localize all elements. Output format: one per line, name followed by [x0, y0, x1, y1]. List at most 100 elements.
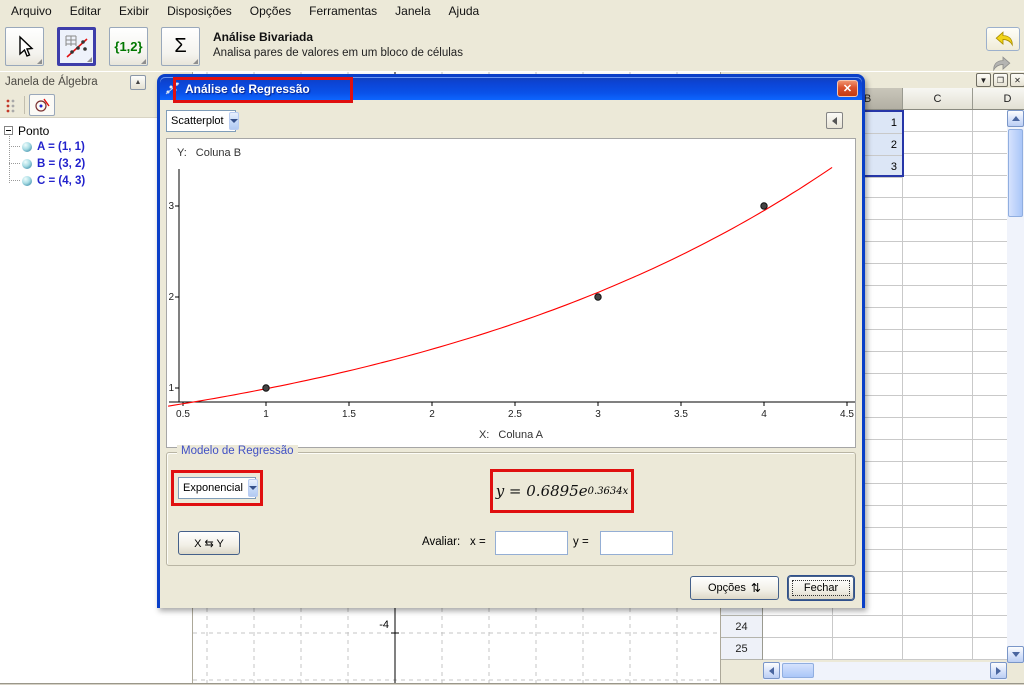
- dropdown-corner-icon: [141, 59, 146, 64]
- chevron-left-icon: [832, 117, 837, 125]
- sum-tool-button[interactable]: Σ: [161, 27, 200, 66]
- dropdown-corner-icon: [87, 57, 92, 62]
- one-variable-tool-button[interactable]: {1,2}: [109, 27, 148, 66]
- y-tick-label: 3: [168, 201, 174, 212]
- collapse-panel-button[interactable]: ▲: [130, 75, 146, 90]
- tree-item-point[interactable]: A = (1, 1): [9, 138, 85, 155]
- tree-item-point[interactable]: B = (3, 2): [9, 155, 85, 172]
- dropdown-corner-icon: [37, 59, 42, 64]
- plot-type-select[interactable]: Scatterplot: [166, 110, 236, 132]
- sort-by-type-button[interactable]: [29, 94, 55, 116]
- cursor-icon: [13, 35, 37, 59]
- point-label: C = (4, 3): [37, 175, 85, 187]
- row-header-25[interactable]: 25: [721, 638, 762, 660]
- horizontal-scrollbar[interactable]: [763, 662, 1007, 680]
- collapse-node-icon[interactable]: [4, 126, 13, 135]
- x-tick-label: 1: [263, 409, 269, 420]
- panel-menu-button[interactable]: ▼: [976, 73, 991, 87]
- x-tick-label: 4: [761, 409, 767, 420]
- menu-item-opcoes[interactable]: Opções: [241, 1, 300, 21]
- gfx-tick-label: -4: [379, 619, 389, 631]
- dialog-close-button[interactable]: ✕: [837, 80, 858, 97]
- chevron-down-icon: [248, 479, 258, 497]
- x-equals-label: x =: [470, 536, 486, 548]
- close-dialog-button[interactable]: Fechar: [788, 576, 854, 600]
- active-tool-title: Análise Bivariada: [213, 30, 313, 44]
- y-tick-label: 1: [168, 383, 174, 394]
- menu-bar: ArquivoEditarExibirDisposiçõesOpçõesFerr…: [0, 0, 1024, 22]
- menu-item-exibir[interactable]: Exibir: [110, 1, 158, 21]
- chevron-down-icon: [229, 112, 239, 130]
- y-tick-label: 2: [168, 292, 174, 303]
- dialog-content: Scatterplot Y:Coluna B 1 2 3 0.5 1 1.5 2 2.5 3 3.…: [160, 100, 862, 608]
- regression-formula: y = 0.6895 e0.3634x: [490, 469, 634, 513]
- swap-xy-button[interactable]: X ⇆ Y: [178, 531, 240, 555]
- x-tick-label: 0.5: [176, 409, 190, 420]
- vertical-scroll-thumb[interactable]: [1008, 129, 1023, 217]
- regression-analysis-dialog: Análise de Regressão ✕ Scatterplot Y:Col…: [157, 74, 865, 608]
- bivariate-analysis-icon: [64, 34, 90, 60]
- point-sphere-icon: [22, 142, 32, 152]
- x-tick-label: 2: [429, 409, 435, 420]
- regression-model-select[interactable]: Exponencial: [178, 477, 256, 499]
- horizontal-scroll-thumb[interactable]: [782, 663, 814, 678]
- vertical-scrollbar[interactable]: [1007, 110, 1024, 663]
- regression-model-group: Modelo de Regressão Exponencial y = 0.68…: [166, 452, 856, 566]
- bivariate-analysis-tool-button[interactable]: [57, 27, 96, 66]
- avaliar-label: Avaliar:: [422, 536, 460, 548]
- restore-panel-button[interactable]: ❐: [993, 73, 1008, 87]
- x-axis-label: X:Coluna A: [167, 429, 855, 441]
- tree-children: A = (1, 1) B = (3, 2) C = (4, 3): [9, 138, 85, 189]
- close-panel-button[interactable]: ✕: [1010, 73, 1024, 87]
- scroll-right-button[interactable]: [990, 662, 1007, 679]
- options-button[interactable]: Opções ⇅: [690, 576, 779, 600]
- regression-curve: [168, 167, 832, 406]
- undo-arrow-icon: [992, 30, 1014, 48]
- toolbar: {1,2} Σ Análise Bivariada Analisa pares …: [0, 22, 1024, 71]
- menu-item-ferramentas[interactable]: Ferramentas: [300, 1, 386, 21]
- scroll-left-button[interactable]: [763, 662, 780, 679]
- scatterplot-panel: Y:Coluna B 1 2 3 0.5 1 1.5 2 2.5 3 3.5 4 4.5 X:Colu…: [166, 138, 856, 448]
- column-header-d[interactable]: D: [973, 88, 1024, 110]
- tree-root-ponto[interactable]: Ponto: [4, 123, 49, 138]
- evaluate-x-input[interactable]: [495, 531, 568, 555]
- menu-item-ajuda[interactable]: Ajuda: [440, 1, 489, 21]
- toolbar-divider: [24, 96, 25, 114]
- point-sphere-icon: [22, 159, 32, 169]
- dialog-titlebar[interactable]: Análise de Regressão: [160, 77, 862, 100]
- data-point: [263, 385, 269, 391]
- y-axis-label: Y:Coluna B: [177, 147, 241, 159]
- point-label: A = (1, 1): [37, 141, 85, 153]
- x-tick-label: 3: [595, 409, 601, 420]
- collapse-sidepanel-button[interactable]: [826, 112, 843, 129]
- scroll-up-button[interactable]: [1007, 110, 1024, 127]
- row-header-24[interactable]: 24: [721, 616, 762, 638]
- data-point: [595, 294, 601, 300]
- one-variable-icon: {1,2}: [114, 39, 142, 54]
- undo-button[interactable]: [986, 27, 1020, 51]
- y-equals-label: y =: [573, 536, 589, 548]
- point-sphere-icon: [22, 176, 32, 186]
- menu-item-janela[interactable]: Janela: [386, 1, 439, 21]
- group-label: Modelo de Regressão: [177, 445, 298, 457]
- tree-item-point[interactable]: C = (4, 3): [9, 172, 85, 189]
- x-tick-label: 3.5: [674, 409, 688, 420]
- x-tick-label: 2.5: [508, 409, 522, 420]
- dialog-title: Análise de Regressão: [185, 82, 310, 96]
- x-tick-label: 4.5: [840, 409, 854, 420]
- menu-item-editar[interactable]: Editar: [61, 1, 110, 21]
- algebra-panel-title: Janela de Álgebra: [5, 76, 98, 88]
- data-point: [761, 203, 767, 209]
- x-tick-label: 1.5: [342, 409, 356, 420]
- active-tool-subtitle: Analisa pares de valores em um bloco de …: [213, 47, 463, 59]
- up-down-arrows-icon: ⇅: [751, 581, 761, 595]
- scroll-down-button[interactable]: [1007, 646, 1024, 663]
- column-header-c[interactable]: C: [903, 88, 973, 110]
- auxiliary-objects-icon[interactable]: [5, 98, 21, 114]
- menu-item-disposicoes[interactable]: Disposições: [158, 1, 241, 21]
- move-tool-button[interactable]: [5, 27, 44, 66]
- object-type-icon: [33, 97, 51, 113]
- sum-icon: Σ: [174, 35, 186, 58]
- menu-item-arquivo[interactable]: Arquivo: [2, 1, 61, 21]
- evaluate-y-input[interactable]: [600, 531, 673, 555]
